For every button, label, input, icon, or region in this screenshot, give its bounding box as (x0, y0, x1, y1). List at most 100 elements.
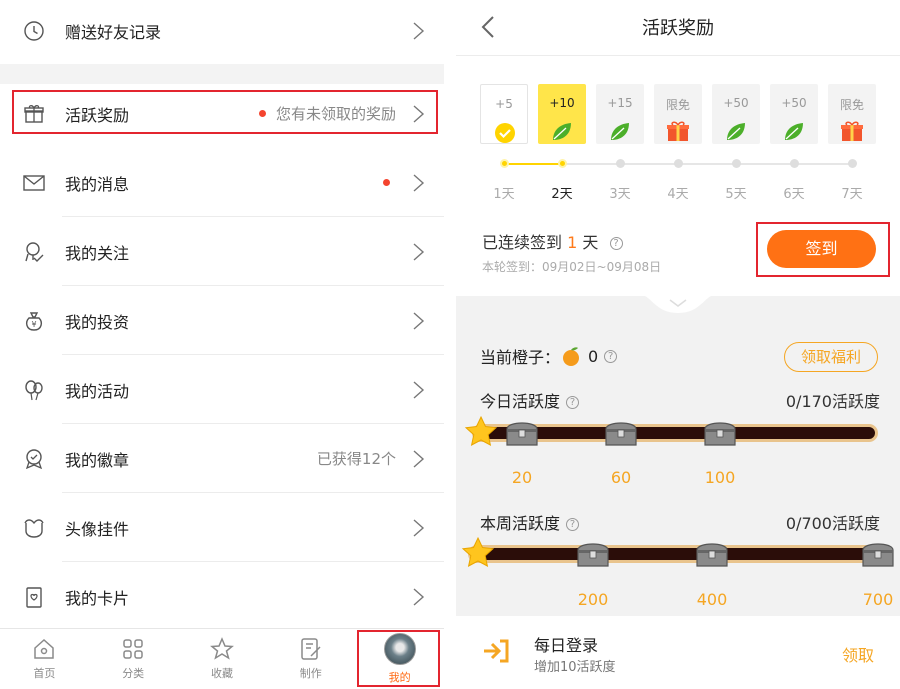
claim-welfare-button[interactable]: 领取福利 (784, 342, 878, 372)
svg-text:¥: ¥ (31, 320, 36, 329)
week-activity-row: 本周活跃度? 0/700活跃度 (480, 510, 880, 534)
chevron-right-icon (413, 173, 425, 192)
progress-dot (790, 159, 799, 168)
week-activity-label: 本周活跃度 (480, 514, 561, 533)
streak-days: 1 (567, 233, 578, 252)
week-progress-bar (468, 545, 888, 563)
screenshot-root: 赠送好友记录 活跃奖励 您有未领取的奖励 我的消息 我的关注 ¥ 我的投资 我的… (0, 0, 900, 689)
milestone-label: 200 (577, 590, 609, 609)
day-reward-value: +50 (781, 96, 807, 110)
star-icon (464, 415, 498, 446)
balloon-icon (16, 372, 52, 408)
envelope-icon (16, 165, 52, 201)
gift-box-icon (667, 121, 689, 141)
menu-item-cards[interactable]: 我的卡片 (0, 562, 444, 631)
day-card: +50 (712, 84, 760, 144)
progress-dot (500, 159, 509, 168)
day-label: 6天 (783, 187, 805, 202)
day-card: +5 (480, 84, 528, 144)
card-icon (16, 579, 52, 615)
day-reward-value: +15 (607, 96, 633, 110)
pendant-icon (16, 510, 52, 546)
leaf-icon (553, 123, 571, 140)
day-reward-value: +10 (549, 96, 575, 110)
day-card: +50 (770, 84, 818, 144)
task-description: 增加10活跃度 (534, 660, 616, 675)
milestone-label: 400 (696, 590, 728, 609)
edit-icon (301, 638, 321, 660)
activity-reward-panel: 活跃奖励 +5 +10 +15 限免 +50 +50 限免 1天 2天 3天 4… (456, 0, 900, 689)
tab-label: 制作 (299, 667, 322, 680)
gift-box-icon (841, 121, 863, 141)
treasure-chest-icon[interactable] (603, 417, 639, 449)
tab-create[interactable]: 制作 (266, 629, 355, 689)
clock-icon (16, 13, 52, 49)
menu-item-activities[interactable]: 我的活动 (0, 355, 444, 424)
unread-dot (383, 179, 390, 186)
help-icon[interactable]: ? (609, 237, 623, 250)
checkin-progress-fill (504, 163, 562, 165)
day-label: 3天 (609, 187, 631, 202)
tab-label: 首页 (33, 667, 56, 680)
leaf-icon (727, 123, 745, 140)
treasure-chest-icon[interactable] (575, 538, 611, 570)
menu-item-label: 我的活动 (65, 381, 130, 401)
treasure-chest-icon[interactable] (702, 417, 738, 449)
menu-item-gift-history[interactable]: 赠送好友记录 (0, 0, 444, 65)
highlight-box (756, 222, 890, 277)
help-icon[interactable]: ? (566, 396, 580, 409)
chevron-right-icon (413, 518, 425, 537)
day-reward-value: +5 (495, 97, 513, 111)
page-title: 活跃奖励 (642, 18, 714, 39)
menu-item-label: 我的关注 (65, 243, 130, 263)
help-icon[interactable]: ? (604, 349, 618, 363)
checkin-period: 本轮签到：09月02日~09月08日 (482, 260, 662, 274)
chevron-right-icon (413, 242, 425, 261)
follow-icon (16, 234, 52, 270)
tab-category[interactable]: 分类 (89, 629, 178, 689)
milestone-label: 20 (511, 468, 533, 487)
highlight-box (357, 630, 440, 687)
activity-section: 当前橙子： 0 ? 领取福利 今日活跃度? 0/170活跃度 20 60 100… (456, 295, 900, 616)
menu-item-badges[interactable]: 我的徽章 已获得12个 (0, 424, 444, 493)
week-activity-value: 0/700活跃度 (785, 514, 880, 533)
star-icon (461, 536, 495, 567)
chevron-right-icon (413, 587, 425, 606)
today-activity-row: 今日活跃度? 0/170活跃度 (480, 388, 880, 412)
tab-label: 收藏 (210, 667, 233, 680)
help-icon[interactable]: ? (566, 518, 580, 531)
day-card: +10 (538, 84, 586, 144)
day-reward-value: +50 (723, 96, 749, 110)
day-label: 2天 (551, 187, 573, 202)
menu-item-follows[interactable]: 我的关注 (0, 217, 444, 286)
menu-item-avatar-pendant[interactable]: 头像挂件 (0, 493, 444, 562)
tab-home[interactable]: 首页 (0, 629, 89, 689)
orange-count: 0 (588, 346, 599, 366)
tab-favorites[interactable]: 收藏 (178, 629, 267, 689)
profile-menu-panel: 赠送好友记录 活跃奖励 您有未领取的奖励 我的消息 我的关注 ¥ 我的投资 我的… (0, 0, 444, 689)
streak-prefix: 已连续签到 (482, 233, 563, 252)
menu-item-investment[interactable]: ¥ 我的投资 (0, 286, 444, 355)
star-icon (210, 637, 234, 660)
day-card: 限免 (828, 84, 876, 144)
day-card: 限免 (654, 84, 702, 144)
progress-dot (558, 159, 567, 168)
chevron-right-icon (413, 449, 425, 468)
orange-label: 当前橙子： (480, 348, 561, 367)
menu-item-messages[interactable]: 我的消息 (0, 148, 444, 217)
today-activity-label: 今日活跃度 (480, 392, 561, 411)
collapse-notch-icon[interactable] (641, 295, 715, 313)
day-label: 5天 (725, 187, 747, 202)
claim-task-button[interactable]: 领取 (842, 642, 874, 666)
menu-item-label: 我的卡片 (65, 588, 130, 608)
chevron-right-icon (413, 380, 425, 399)
menu-item-label: 我的徽章 (65, 450, 130, 470)
treasure-chest-icon[interactable] (504, 417, 540, 449)
treasure-chest-icon[interactable] (694, 538, 730, 570)
menu-item-label: 我的投资 (65, 312, 130, 332)
streak-suffix: 天 (582, 233, 599, 252)
orange-fruit-icon (563, 347, 580, 366)
grid-icon (123, 639, 143, 659)
treasure-chest-icon[interactable] (860, 538, 896, 570)
progress-dot (848, 159, 857, 168)
